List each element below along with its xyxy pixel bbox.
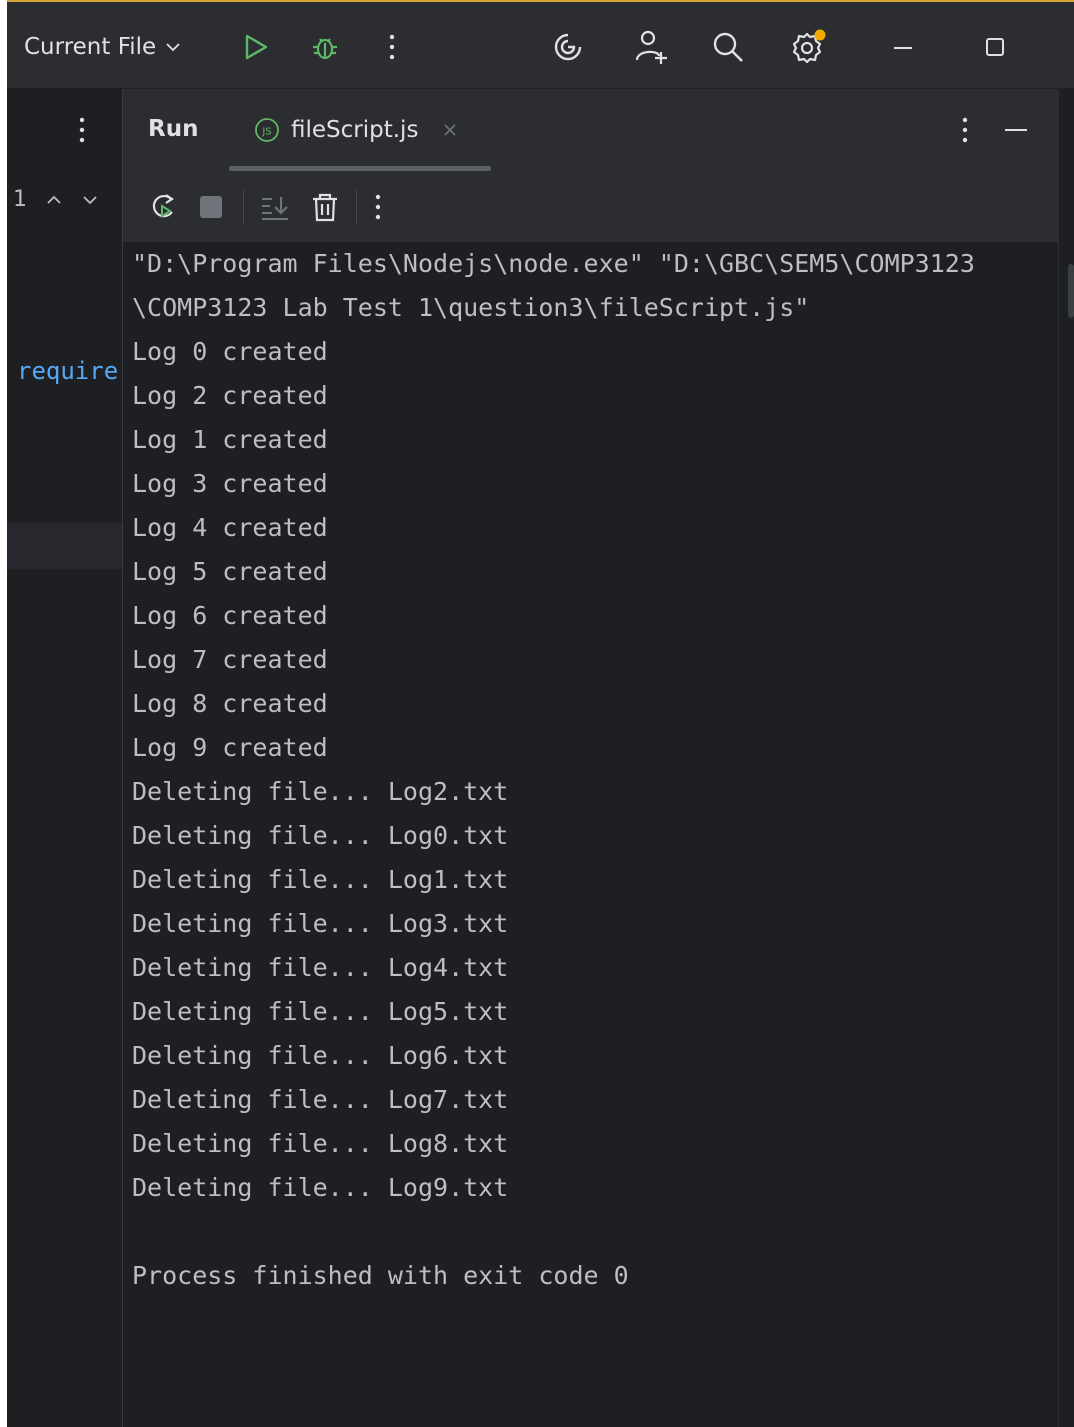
maximize-icon [986,38,1004,56]
run-tool-window: Run JS fileScript.js "D:\Program Files\N… [123,89,1058,1427]
run-header: Run JS fileScript.js [123,89,1058,242]
tab-label: fileScript.js [291,117,419,143]
console-line: Deleting file... Log8.txt [132,1129,509,1158]
console-line: Log 8 created [132,689,328,718]
ide-window: Current File 1 require Run JS fileScript… [7,0,1074,1427]
console-line: Log 6 created [132,601,328,630]
console-line: Deleting file... Log0.txt [132,821,509,850]
console-line: Log 7 created [132,645,328,674]
console-line: \COMP3123 Lab Test 1\question3\fileScrip… [132,293,810,322]
chevron-up-icon[interactable] [45,191,63,209]
occurrence-count: 1 [13,187,27,212]
run-options-button[interactable] [958,115,972,145]
minimize-icon [1005,129,1027,131]
chevron-down-icon [166,43,180,52]
ai-assistant-icon [554,33,582,61]
console-line: Log 1 created [132,425,328,454]
toolbar-separator [243,190,244,224]
debug-button[interactable] [309,31,341,63]
console-line: Log 4 created [132,513,328,542]
console-line: Log 2 created [132,381,328,410]
active-tab-indicator [229,166,491,171]
settings-button[interactable] [790,28,828,66]
console-line: Deleting file... Log3.txt [132,909,509,938]
console-line: Deleting file... Log2.txt [132,777,509,806]
ai-assistant-button[interactable] [551,30,585,64]
more-vertical-icon [389,34,395,60]
toolbar-separator [356,190,357,224]
editor-strip: 1 require [7,89,122,1427]
settings-icon [792,29,826,64]
console-line: Deleting file... Log7.txt [132,1085,509,1114]
run-config-label: Current File [24,34,157,60]
hide-panel-button[interactable] [1003,115,1029,145]
console-line: Log 5 created [132,557,328,586]
minimize-button[interactable] [891,32,915,62]
run-title: Run [148,116,199,142]
console-line: Deleting file... Log5.txt [132,997,509,1026]
run-button[interactable] [241,32,271,62]
search-icon [713,32,743,62]
editor-options-button[interactable] [75,115,89,149]
code-with-me-button[interactable] [633,28,669,66]
occurrence-navigator: 1 [13,187,99,212]
code-fragment: require [17,357,119,385]
tab-filescript[interactable]: JS fileScript.js [253,113,458,147]
scroll-to-end-icon[interactable] [258,190,292,224]
more-vertical-icon [79,117,85,143]
debug-icon [313,38,337,60]
rerun-icon[interactable] [147,190,181,224]
console-line: Deleting file... Log9.txt [132,1173,509,1202]
console-line: Deleting file... Log4.txt [132,953,509,982]
stop-icon[interactable] [193,190,229,224]
svg-text:JS: JS [261,127,271,138]
run-actions-bar [147,187,385,227]
console-line: Log 0 created [132,337,328,366]
maximize-button[interactable] [984,36,1006,58]
run-config-selector[interactable]: Current File [24,32,182,62]
minimize-icon [894,47,912,49]
run-icon [245,34,268,60]
console-line: "D:\Program Files\Nodejs\node.exe" "D:\G… [132,249,975,278]
more-actions-button[interactable] [385,32,399,62]
trash-icon[interactable] [308,190,342,224]
scrollbar-thumb[interactable] [1068,264,1074,318]
close-icon[interactable] [442,122,458,138]
console-line: Deleting file... Log6.txt [132,1041,509,1070]
console-line: Deleting file... Log1.txt [132,865,509,894]
add-user-icon [635,30,667,64]
js-file-icon: JS [255,118,279,142]
search-button[interactable] [711,30,745,64]
console-line: Log 3 created [132,469,328,498]
console-output[interactable]: "D:\Program Files\Nodejs\node.exe" "D:\G… [132,242,1058,1298]
main-toolbar: Current File [7,2,1074,89]
current-line-highlight [7,523,122,569]
chevron-down-icon[interactable] [81,191,99,209]
console-line: Process finished with exit code 0 [132,1261,629,1290]
console-line: Log 9 created [132,733,328,762]
more-vertical-icon[interactable] [371,192,385,222]
more-vertical-icon [962,117,968,143]
